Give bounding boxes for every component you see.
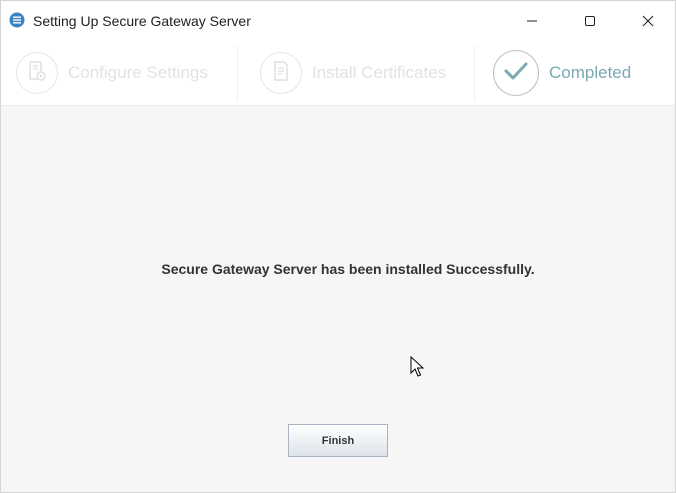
finish-button[interactable]: Finish bbox=[288, 424, 388, 457]
installer-window: Setting Up Secure Gateway Server Configu… bbox=[0, 0, 676, 493]
success-message: Secure Gateway Server has been installed… bbox=[161, 261, 535, 277]
step-divider bbox=[474, 45, 475, 101]
window-title: Setting Up Secure Gateway Server bbox=[33, 13, 251, 29]
close-icon bbox=[642, 15, 654, 27]
app-logo-icon bbox=[9, 12, 25, 28]
main-content: Secure Gateway Server has been installed… bbox=[1, 106, 675, 492]
checkmark-icon bbox=[503, 60, 529, 87]
certificate-icon bbox=[270, 59, 292, 88]
step-3-circle bbox=[493, 50, 539, 96]
setup-steps: Configure Settings Install Certificates bbox=[1, 41, 675, 106]
step-3-label: Completed bbox=[549, 63, 632, 82]
title-bar[interactable]: Setting Up Secure Gateway Server bbox=[1, 1, 675, 41]
step-1-circle bbox=[16, 52, 58, 94]
maximize-icon bbox=[584, 15, 596, 27]
minimize-icon bbox=[526, 15, 538, 27]
close-button[interactable] bbox=[619, 1, 675, 41]
step-2-label: Install Certificates bbox=[312, 63, 447, 82]
step-completed: Completed bbox=[493, 41, 673, 105]
mouse-cursor-icon bbox=[410, 355, 426, 378]
step-divider bbox=[237, 45, 238, 101]
step-2-circle bbox=[260, 52, 302, 94]
step-1-label: Configure Settings bbox=[68, 63, 208, 82]
maximize-button[interactable] bbox=[561, 1, 619, 41]
step-install-certificates: Install Certificates bbox=[260, 41, 475, 105]
step-configure-settings: Configure Settings bbox=[16, 41, 236, 105]
minimize-button[interactable] bbox=[503, 1, 561, 41]
server-settings-icon bbox=[25, 59, 49, 88]
